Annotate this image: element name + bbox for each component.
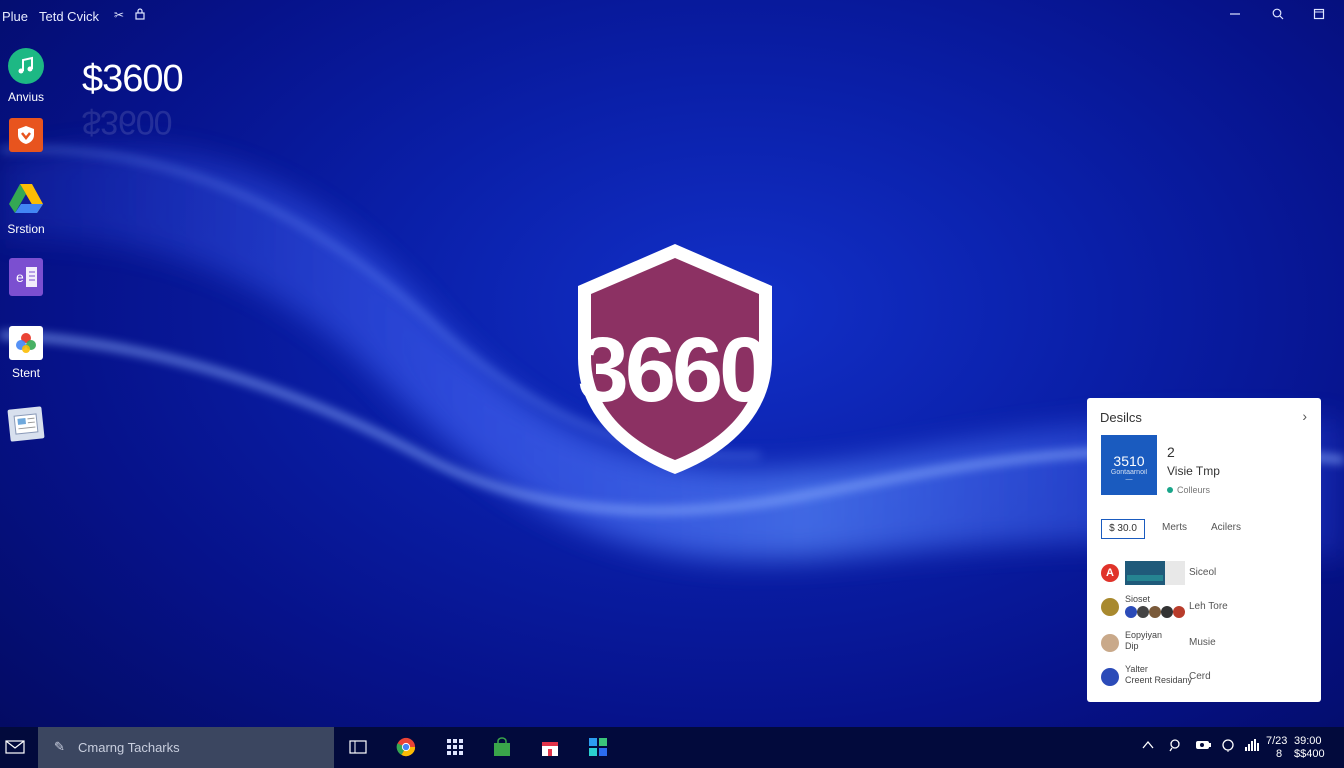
desktop-icon-onenote[interactable]: e: [4, 258, 48, 296]
network-icon[interactable]: [1168, 738, 1182, 755]
panel-subtitle: Visie Tmp: [1167, 464, 1220, 478]
avatar: [1101, 634, 1119, 652]
amount-chip[interactable]: $ 30.0: [1101, 519, 1145, 539]
status-dot-icon: [1167, 487, 1173, 493]
row-title: Eopyiyan Dip: [1125, 630, 1163, 651]
panel-header: Desilcs: [1100, 410, 1142, 425]
top-bar: Plue Tetd Cvick ✂: [0, 0, 1344, 32]
tile-dash: —: [1125, 476, 1133, 483]
clock-right-line2: $$400: [1294, 748, 1325, 760]
app-name[interactable]: Plue: [2, 9, 28, 24]
drive-icon: [8, 180, 44, 216]
logo-text: 3660: [577, 319, 771, 421]
participant-avatars: [1125, 606, 1185, 618]
list-item[interactable]: Yalter Creent Residany Cerd: [1101, 664, 1311, 690]
clock-right[interactable]: 39:00 $$400: [1294, 735, 1325, 761]
volume-icon[interactable]: [1244, 738, 1260, 755]
tile-sub: Gontaarnoil: [1110, 469, 1148, 476]
thumbnail-placeholder: [1165, 561, 1185, 585]
clock-left[interactable]: 7/23 8: [1266, 735, 1287, 761]
scissors-icon[interactable]: ✂: [112, 8, 126, 22]
avatar: [1101, 668, 1119, 686]
row-title: Sioset: [1125, 594, 1151, 604]
tab-acilers[interactable]: Acilers: [1211, 522, 1241, 533]
image-viewer-icon: [7, 406, 45, 442]
minimize-icon[interactable]: [1228, 8, 1242, 22]
row-label: Siceol: [1189, 567, 1217, 578]
desktop-icon-photos[interactable]: Stent: [4, 326, 48, 380]
wifi-icon[interactable]: [1221, 738, 1235, 755]
details-panel: Desilcs › 3510 Gontaarnoil — 2 Visie Tmp…: [1087, 398, 1321, 702]
chevron-up-icon[interactable]: [1141, 738, 1155, 755]
row-label: Cerd: [1189, 671, 1211, 682]
row-label: Leh Tore: [1189, 601, 1228, 612]
mail-icon[interactable]: [5, 737, 25, 757]
row-label: Musie: [1189, 637, 1216, 648]
shopping-bag-icon[interactable]: [492, 737, 512, 757]
photos-icon: [9, 326, 43, 360]
music-icon: [8, 48, 44, 84]
desktop-icon-label: Srstion: [7, 222, 45, 236]
battery-icon[interactable]: [1195, 739, 1213, 754]
balance-amount: $3600: [82, 58, 184, 100]
search-icon[interactable]: [1271, 8, 1285, 22]
row-title: Yalter Creent Residany: [1125, 664, 1193, 685]
store-icon[interactable]: [540, 737, 560, 757]
menu-item[interactable]: Tetd Cvick: [39, 9, 99, 24]
desktop-icon-drive[interactable]: Srstion: [4, 180, 48, 236]
lock-icon[interactable]: [133, 8, 147, 22]
desktop-icon-label: Stent: [11, 366, 41, 380]
list-item[interactable]: Eopyiyan Dip Musie: [1101, 630, 1311, 656]
svg-text:e: e: [16, 269, 24, 285]
search-input[interactable]: Cmarng Tacharks: [78, 740, 180, 755]
status-text: Colleurs: [1177, 485, 1211, 495]
pen-icon: ✎: [54, 739, 65, 754]
window-icon[interactable]: [1312, 8, 1326, 22]
chrome-icon[interactable]: [396, 737, 416, 757]
avatar: A: [1101, 564, 1119, 582]
summary-tile[interactable]: 3510 Gontaarnoil —: [1101, 435, 1157, 495]
tile-value: 3510: [1113, 453, 1145, 469]
list-item[interactable]: Sioset Leh Tore: [1101, 594, 1311, 620]
thumbnail-image: [1125, 561, 1165, 585]
tab-merts[interactable]: Merts: [1162, 522, 1187, 533]
clock-right-line1: 39:00: [1294, 735, 1322, 747]
onenote-icon: e: [9, 258, 43, 296]
status-line: Colleurs: [1167, 485, 1210, 495]
chevron-right-icon[interactable]: ›: [1302, 408, 1307, 424]
avatar: [1101, 598, 1119, 616]
clock-date: 8: [1276, 748, 1283, 760]
desktop-icon-image-viewer[interactable]: [4, 406, 48, 442]
desktop-icon-music[interactable]: Anvius: [4, 48, 48, 104]
taskbar: ✎ Cmarng Tacharks 7/23 8 39:00 $$400: [0, 727, 1344, 768]
clock-time: 7/23: [1266, 735, 1288, 747]
apps-grid-icon[interactable]: [445, 737, 465, 757]
taskbar-search[interactable]: ✎ Cmarng Tacharks: [38, 727, 334, 768]
desktop-icon-label: Anvius: [7, 90, 45, 104]
widgets-icon[interactable]: [588, 737, 608, 757]
shield-app-icon: [9, 118, 43, 152]
balance-reflection: $3600: [82, 103, 172, 141]
list-item[interactable]: A Siceol: [1101, 560, 1311, 586]
item-count: 2: [1167, 444, 1175, 460]
desktop-icon-shield-app[interactable]: [4, 118, 48, 152]
task-view-icon[interactable]: [348, 737, 368, 757]
